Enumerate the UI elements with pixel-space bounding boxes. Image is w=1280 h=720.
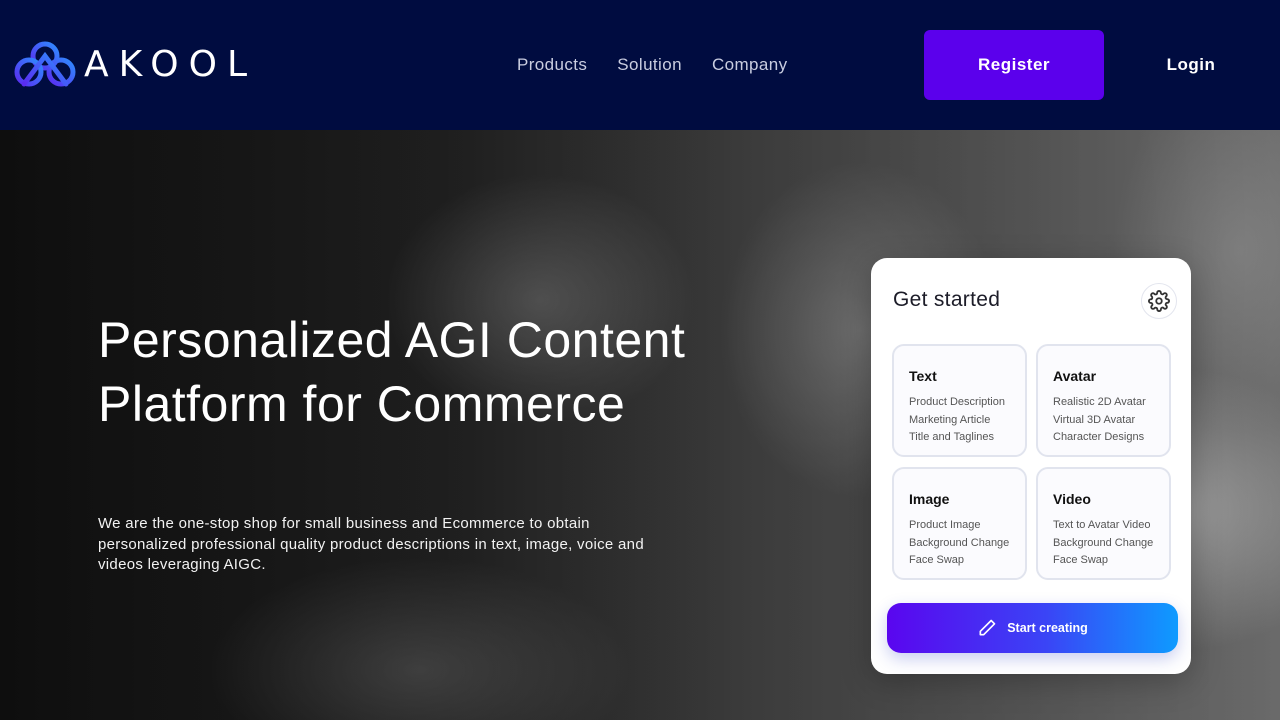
tile-video[interactable]: Video Text to Avatar Video Background Ch… [1036, 467, 1171, 580]
nav-products[interactable]: Products [517, 55, 587, 75]
main-nav: Products Solution Company [517, 55, 788, 75]
tile-line: Product Description [909, 396, 1005, 408]
tile-line: Background Change [1053, 536, 1154, 549]
start-creating-label: Start creating [1007, 621, 1088, 635]
tile-image[interactable]: Image Product Image Background Change Fa… [892, 467, 1027, 580]
tile-title: Video [1053, 491, 1091, 507]
get-started-card: Get started Text Product Description Mar… [871, 258, 1191, 674]
tile-text[interactable]: Text Product Description Marketing Artic… [892, 344, 1027, 457]
tile-title: Image [909, 491, 950, 507]
tile-line: Realistic 2D Avatar [1053, 396, 1146, 408]
tile-avatar[interactable]: Avatar Realistic 2D Avatar Virtual 3D Av… [1036, 344, 1171, 457]
nav-company[interactable]: Company [712, 55, 788, 75]
tile-line: Text to Avatar Video [1053, 519, 1151, 531]
tile-title: Text [909, 368, 937, 384]
logo-text: AKOOL [84, 44, 257, 85]
hero-title-line1: Personalized AGI Content [98, 312, 686, 368]
navbar: AKOOL Products Solution Company Register… [0, 0, 1280, 130]
tile-line: Face Swap [1053, 554, 1109, 566]
login-button[interactable]: Login [1150, 30, 1232, 100]
tile-line: Face Swap [909, 554, 965, 566]
tile-line: Virtual 3D Avatar [1053, 413, 1136, 426]
gear-icon [1148, 290, 1170, 312]
tile-line: Background Change [909, 536, 1010, 549]
card-title: Get started [893, 288, 1001, 311]
start-creating-button[interactable]: Start creating [887, 603, 1178, 653]
register-button[interactable]: Register [924, 30, 1104, 100]
tile-line: Marketing Article [909, 413, 991, 426]
logo[interactable]: AKOOL [14, 40, 257, 90]
feature-tiles: Text Product Description Marketing Artic… [892, 344, 1171, 580]
hero-title: Personalized AGI Content Platform for Co… [98, 308, 738, 436]
tile-line: Character Designs [1053, 431, 1145, 443]
hero-title-line2: Platform for Commerce [98, 376, 626, 432]
tile-line: Title and Taglines [909, 431, 994, 443]
pencil-icon [979, 619, 996, 636]
nav-solution[interactable]: Solution [617, 55, 682, 75]
hero-description: We are the one-stop shop for small busin… [98, 515, 644, 573]
tile-line: Product Image [909, 519, 981, 531]
tile-title: Avatar [1053, 368, 1097, 384]
akool-logo-icon [14, 41, 76, 87]
settings-button[interactable] [1141, 283, 1177, 319]
